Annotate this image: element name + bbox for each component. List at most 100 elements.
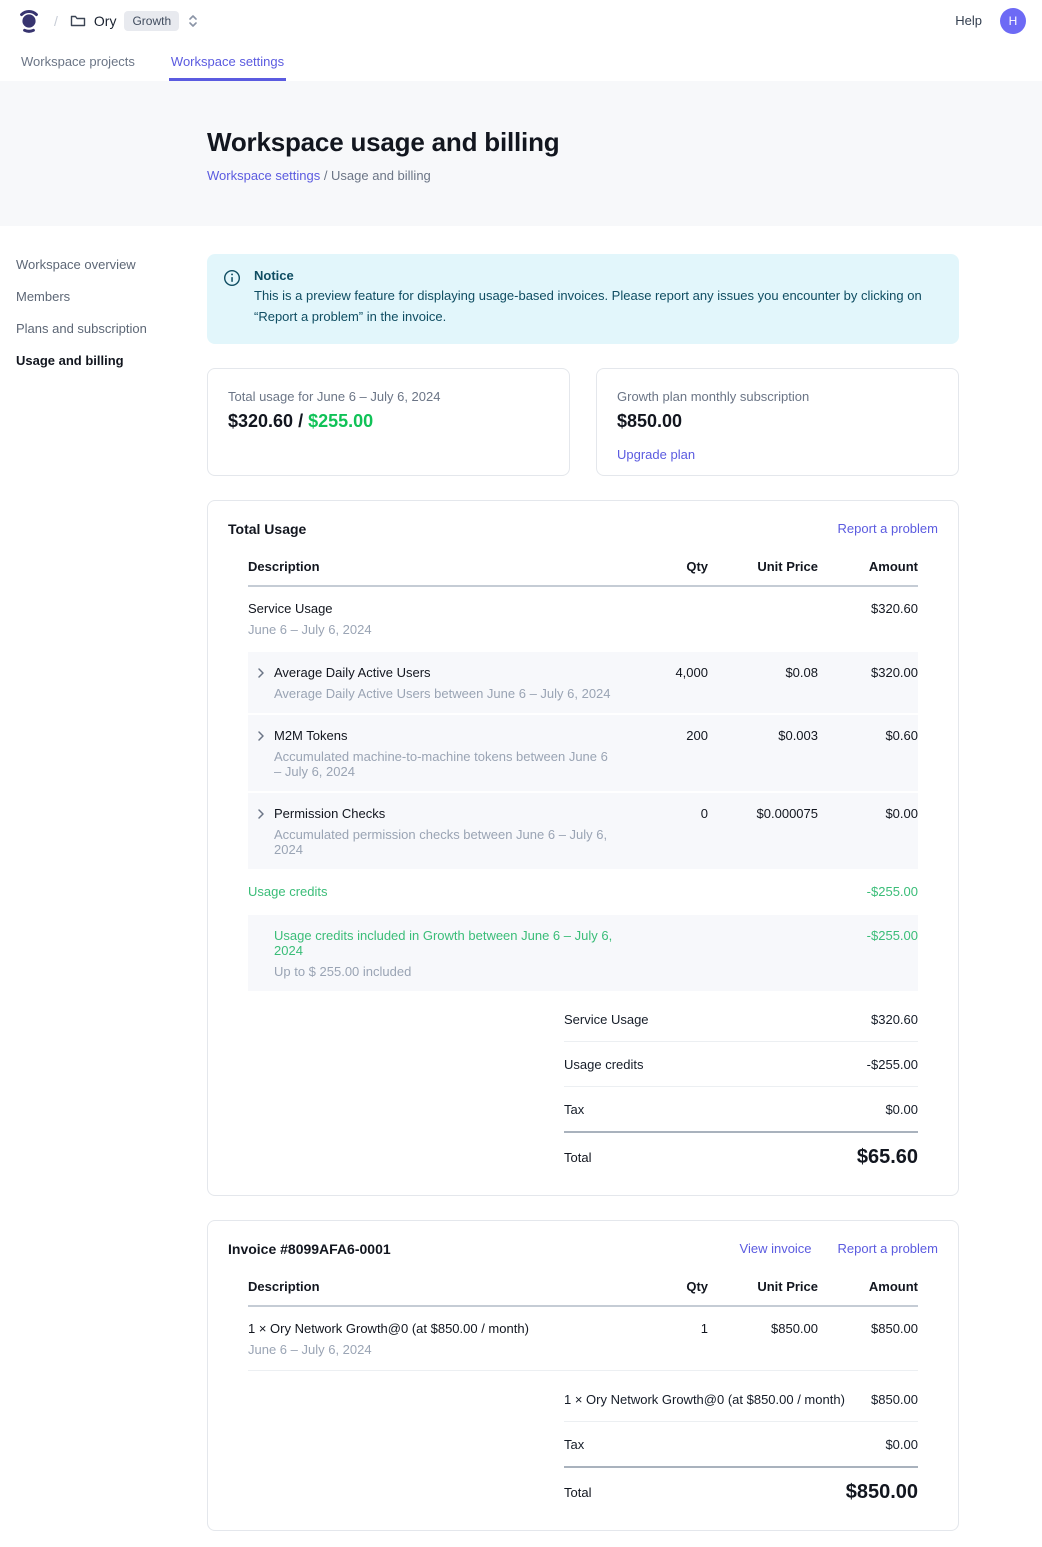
usage-grand-total: $65.60: [857, 1146, 918, 1169]
service-usage-period: June 6 – July 6, 2024: [248, 622, 618, 637]
invoice-line-title: 1 × Ory Network Growth@0 (at $850.00 / m…: [248, 1321, 618, 1336]
invoice-table-header: Description Qty Unit Price Amount: [248, 1271, 918, 1307]
breadcrumb-current: Usage and billing: [331, 168, 431, 183]
invoice-card: Invoice #8099AFA6-0001 View invoice Repo…: [207, 1220, 959, 1531]
view-invoice-link[interactable]: View invoice: [740, 1241, 812, 1256]
col-description: Description: [248, 559, 618, 574]
invoice-summary-row-total: Total$850.00: [564, 1468, 918, 1510]
invoice-line-period: June 6 – July 6, 2024: [248, 1342, 618, 1357]
line-item-amount: $0.60: [818, 728, 918, 743]
upgrade-plan-link[interactable]: Upgrade plan: [617, 447, 695, 462]
report-problem-link-usage[interactable]: Report a problem: [838, 521, 938, 536]
col-qty: Qty: [618, 1279, 708, 1294]
line-item-qty: 4,000: [618, 665, 708, 680]
folder-icon: [70, 13, 86, 29]
table-row-usage-credits: Usage credits -$255.00: [248, 869, 918, 913]
invoice-summary-row-tax: Tax$0.00: [564, 1422, 918, 1468]
table-row-adau: Average Daily Active Users Average Daily…: [248, 652, 918, 713]
sidebar-item-members[interactable]: Members: [16, 286, 207, 307]
credits-detail-amount: -$255.00: [818, 928, 918, 943]
tab-workspace-projects[interactable]: Workspace projects: [19, 41, 137, 81]
line-item-qty: 200: [618, 728, 708, 743]
breadcrumb-separator: /: [54, 13, 58, 29]
breadcrumb: Workspace settings / Usage and billing: [207, 168, 1042, 183]
invoice-line-unit-price: $850.00: [708, 1321, 818, 1336]
avatar[interactable]: H: [1000, 8, 1026, 34]
workspace-name: Ory: [94, 13, 117, 29]
invoice-line-qty: 1: [618, 1321, 708, 1336]
info-icon: [223, 269, 241, 328]
chevron-updown-icon[interactable]: [187, 14, 199, 28]
line-item-unit-price: $0.000075: [708, 806, 818, 821]
top-bar: / Ory Growth Help H: [0, 0, 1042, 41]
invoice-grand-total: $850.00: [846, 1481, 918, 1504]
breadcrumb-settings-link[interactable]: Workspace settings: [207, 168, 320, 183]
usage-credits-title: Usage credits: [248, 884, 618, 899]
line-item-subtitle: Accumulated machine-to-machine tokens be…: [274, 749, 618, 779]
summary-cards: Total usage for June 6 – July 6, 2024 $3…: [207, 368, 959, 476]
chevron-right-icon[interactable]: [248, 665, 274, 701]
usage-table: Description Qty Unit Price Amount Servic…: [248, 551, 918, 991]
invoice-line-amount: $850.00: [818, 1321, 918, 1336]
col-qty: Qty: [618, 559, 708, 574]
plan-label: Growth plan monthly subscription: [617, 389, 938, 404]
plan-subscription-card: Growth plan monthly subscription $850.00…: [596, 368, 959, 476]
col-amount: Amount: [818, 1279, 918, 1294]
help-button[interactable]: Help: [955, 13, 982, 28]
page-header: Workspace usage and billing Workspace se…: [0, 81, 1042, 226]
plan-badge: Growth: [124, 11, 179, 31]
col-description: Description: [248, 1279, 618, 1294]
line-item-unit-price: $0.003: [708, 728, 818, 743]
sidebar-item-usage-billing[interactable]: Usage and billing: [16, 350, 207, 371]
invoice-title: Invoice #8099AFA6-0001: [228, 1241, 391, 1257]
usage-table-header: Description Qty Unit Price Amount: [248, 551, 918, 587]
col-unit-price: Unit Price: [708, 559, 818, 574]
page-title: Workspace usage and billing: [207, 127, 1042, 158]
credits-detail-subtitle: Up to $ 255.00 included: [274, 964, 618, 979]
line-item-title: Permission Checks: [274, 806, 618, 821]
usage-credits-amount: -$255.00: [818, 884, 918, 899]
notice-body: This is a preview feature for displaying…: [254, 286, 935, 328]
invoice-summary-row-plan: 1 × Ory Network Growth@0 (at $850.00 / m…: [564, 1377, 918, 1422]
line-item-title: Average Daily Active Users: [274, 665, 618, 680]
sidebar-item-workspace-overview[interactable]: Workspace overview: [16, 254, 207, 275]
line-item-title: M2M Tokens: [274, 728, 618, 743]
table-row-m2m-tokens: M2M Tokens Accumulated machine-to-machin…: [248, 715, 918, 791]
notice-title: Notice: [254, 268, 935, 283]
service-usage-amount: $320.60: [818, 601, 918, 616]
col-unit-price: Unit Price: [708, 1279, 818, 1294]
chevron-right-icon[interactable]: [248, 728, 274, 779]
service-usage-title: Service Usage: [248, 601, 618, 616]
summary-row-tax: Tax$0.00: [564, 1087, 918, 1133]
total-usage-title: Total Usage: [228, 521, 306, 537]
total-usage-label: Total usage for June 6 – July 6, 2024: [228, 389, 549, 404]
table-row-service-usage: Service Usage June 6 – July 6, 2024 $320…: [248, 587, 918, 650]
line-item-unit-price: $0.08: [708, 665, 818, 680]
workspace-tabs: Workspace projects Workspace settings: [0, 41, 1042, 81]
total-usage-invoice-card: Total Usage Report a problem Description…: [207, 500, 959, 1196]
summary-row-total: Total$65.60: [564, 1133, 918, 1175]
report-problem-link-invoice[interactable]: Report a problem: [838, 1241, 938, 1256]
chevron-right-icon[interactable]: [248, 806, 274, 857]
line-item-amount: $0.00: [818, 806, 918, 821]
usage-credit-value: $255.00: [308, 411, 373, 431]
line-item-subtitle: Average Daily Active Users between June …: [274, 686, 618, 701]
summary-row-service-usage: Service Usage$320.60: [564, 997, 918, 1042]
sidebar-item-plans-subscription[interactable]: Plans and subscription: [16, 318, 207, 339]
line-item-qty: 0: [618, 806, 708, 821]
usage-summary: Service Usage$320.60 Usage credits-$255.…: [564, 997, 918, 1175]
credits-detail-title: Usage credits included in Growth between…: [274, 928, 618, 958]
total-usage-card: Total usage for June 6 – July 6, 2024 $3…: [207, 368, 570, 476]
notice-banner: Notice This is a preview feature for dis…: [207, 254, 959, 344]
settings-sidenav: Workspace overview Members Plans and sub…: [0, 254, 207, 1531]
plan-amount: $850.00: [617, 411, 938, 432]
table-row-permission-checks: Permission Checks Accumulated permission…: [248, 793, 918, 869]
tab-workspace-settings[interactable]: Workspace settings: [169, 41, 286, 81]
content-column: Notice This is a preview feature for dis…: [207, 254, 959, 1531]
ory-logo-icon[interactable]: [16, 8, 42, 34]
summary-row-usage-credits: Usage credits-$255.00: [564, 1042, 918, 1087]
invoice-table: Description Qty Unit Price Amount 1 × Or…: [248, 1271, 918, 1371]
breadcrumb-divider: /: [320, 168, 331, 183]
workspace-switcher[interactable]: Ory Growth: [70, 11, 199, 31]
line-item-subtitle: Accumulated permission checks between Ju…: [274, 827, 618, 857]
